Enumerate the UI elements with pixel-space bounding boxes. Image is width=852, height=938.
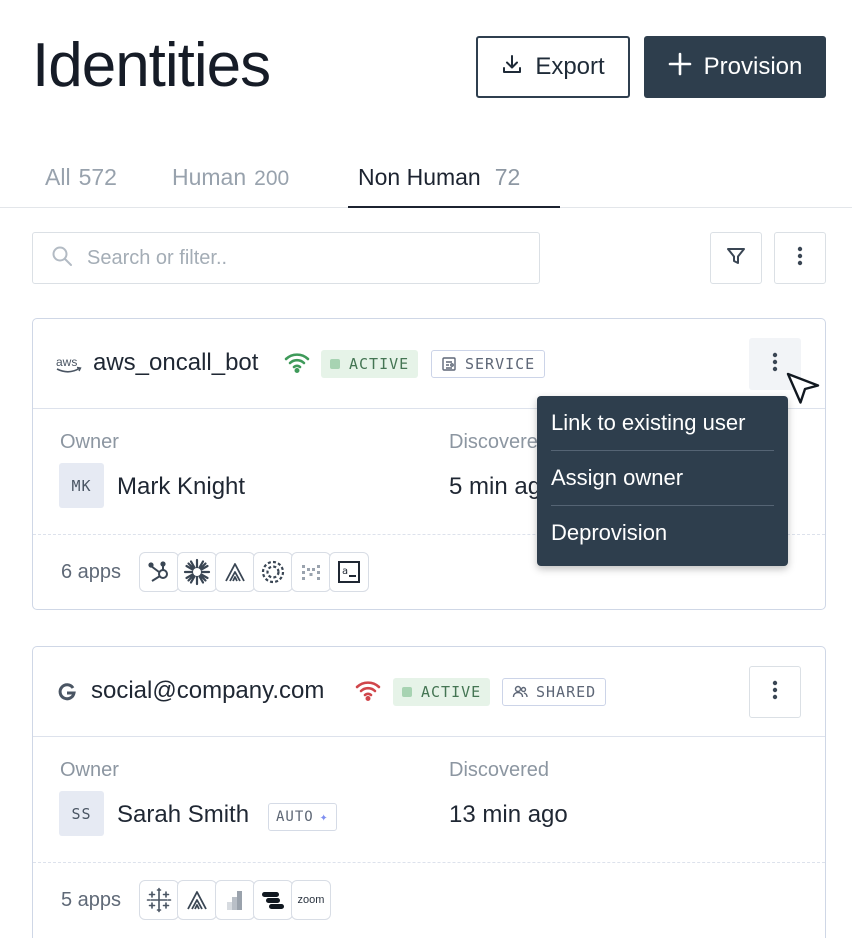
apps-count: 6 apps	[61, 561, 122, 583]
discovered-value: 13 min ago	[449, 801, 568, 828]
card-details: Owner SS Sarah Smith AUTO ✦ Discovered 1…	[33, 737, 825, 863]
provision-button[interactable]: Provision	[644, 36, 826, 98]
type-label: SERVICE	[465, 355, 536, 373]
identity-name[interactable]: aws_oncall_bot	[93, 349, 258, 377]
status-badge: ACTIVE	[321, 350, 419, 378]
discovered-label: Discovered	[449, 431, 550, 453]
users-icon	[512, 685, 528, 699]
service-icon	[441, 356, 457, 372]
owner-label: Owner	[60, 431, 119, 453]
owner-name[interactable]: Mark Knight	[117, 473, 245, 501]
tab-human-count: 200	[254, 167, 290, 190]
active-tab-indicator	[348, 206, 560, 208]
stack-icon[interactable]	[253, 880, 293, 920]
zoom-icon[interactable]: zoom	[291, 880, 331, 920]
identity-card: social@company.com ACTIVE SHARED Owner S…	[32, 646, 826, 938]
tab-non-human-count: 72	[494, 164, 521, 190]
anthropic-icon[interactable]	[215, 552, 255, 592]
apps-count: 5 apps	[61, 889, 122, 911]
svg-text:a: a	[342, 566, 348, 577]
avatar: MK	[59, 463, 104, 508]
context-menu: Link to existing user Assign owner Depro…	[537, 396, 788, 566]
kebab-icon	[772, 679, 778, 706]
kebab-icon	[797, 245, 803, 272]
auto-label: AUTO	[276, 809, 314, 825]
app-icon-list: zoom	[139, 880, 331, 920]
more-options-button[interactable]	[774, 232, 826, 284]
card-apps: 5 apps zoom	[33, 863, 825, 937]
aws-logo-icon: aws	[55, 355, 83, 380]
hubspot-icon[interactable]	[139, 552, 179, 592]
zoom-logo-text: zoom	[297, 894, 325, 906]
terminal-icon[interactable]: a	[329, 552, 369, 592]
owner-name[interactable]: Sarah Smith	[117, 801, 249, 829]
identity-name[interactable]: social@company.com	[91, 677, 324, 705]
avatar: SS	[59, 791, 104, 836]
filter-button[interactable]	[710, 232, 762, 284]
openai-icon[interactable]	[253, 552, 293, 592]
owner-label: Owner	[60, 759, 119, 781]
filter-icon	[725, 245, 747, 272]
status-label: ACTIVE	[421, 683, 482, 701]
mouse-pointer-icon	[786, 372, 820, 411]
status-dot	[330, 359, 340, 369]
signal-icon	[284, 351, 310, 378]
tableau-icon[interactable]	[139, 880, 179, 920]
search-icon	[51, 245, 73, 272]
google-logo-icon	[57, 682, 77, 707]
discovered-label: Discovered	[449, 759, 550, 781]
search-box[interactable]	[32, 232, 540, 284]
card-header: social@company.com ACTIVE SHARED	[33, 647, 825, 737]
menu-item-assign-owner[interactable]: Assign owner	[551, 451, 774, 505]
tab-non-human[interactable]: Non Human 72	[358, 164, 520, 191]
type-label: SHARED	[536, 683, 597, 701]
type-badge: SERVICE	[431, 350, 546, 378]
dots-grid-icon[interactable]	[291, 552, 331, 592]
bars-icon[interactable]	[215, 880, 255, 920]
tab-all-label: All	[45, 164, 71, 190]
export-button[interactable]: Export	[476, 36, 630, 98]
export-label: Export	[535, 53, 605, 80]
status-badge: ACTIVE	[393, 678, 491, 706]
tab-non-human-label: Non Human	[358, 164, 481, 190]
search-input[interactable]	[87, 246, 487, 270]
page-title: Identities	[32, 31, 271, 100]
menu-item-link-user[interactable]: Link to existing user	[551, 396, 774, 450]
menu-item-deprovision[interactable]: Deprovision	[551, 506, 774, 560]
tab-all[interactable]: All 572	[45, 164, 117, 191]
provision-label: Provision	[703, 53, 803, 80]
tab-human[interactable]: Human 200	[172, 164, 289, 191]
signal-icon	[355, 679, 381, 706]
sparkle-icon: ✦	[319, 809, 329, 825]
type-badge: SHARED	[502, 678, 607, 706]
auto-badge: AUTO ✦	[268, 803, 337, 831]
card-menu-button[interactable]	[749, 666, 801, 718]
plus-icon	[668, 52, 692, 83]
kebab-icon	[772, 351, 778, 378]
download-icon	[501, 53, 523, 82]
anthropic-icon[interactable]	[177, 880, 217, 920]
tab-all-count: 572	[78, 164, 117, 190]
sunburst-icon[interactable]	[177, 552, 217, 592]
tab-human-label: Human	[172, 164, 247, 190]
status-label: ACTIVE	[349, 355, 410, 373]
svg-text:aws: aws	[56, 355, 77, 369]
identity-tabs: All 572 Human 200 Non Human 72	[0, 150, 852, 208]
app-icon-list: a	[139, 552, 369, 592]
status-dot	[402, 687, 412, 697]
